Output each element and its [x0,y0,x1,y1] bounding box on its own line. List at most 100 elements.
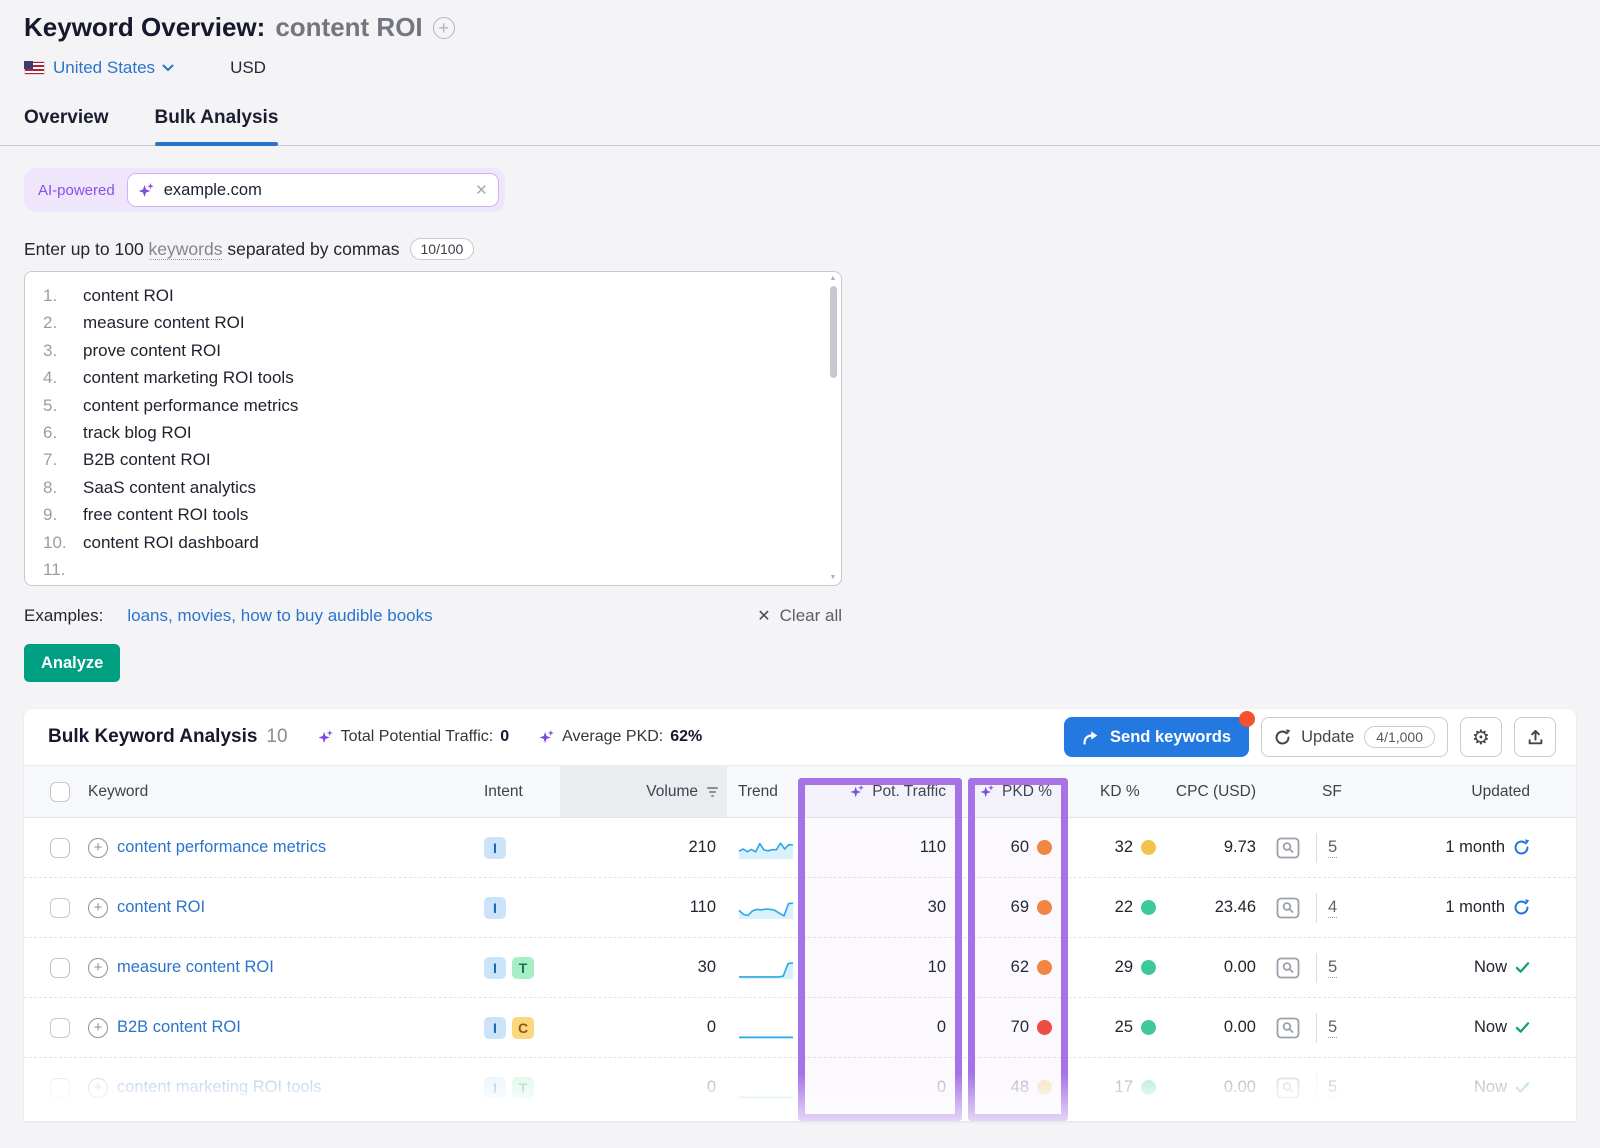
bulk-table: Keyword Intent Volume Trend Pot. Traffic… [24,766,1576,1121]
keyword-link[interactable]: B2B content ROI [117,1018,241,1037]
examples-link[interactable]: loans, movies, how to buy audible books [127,606,432,626]
sparkle-icon [850,784,865,799]
sf-value[interactable]: 5 [1328,958,1337,978]
expand-keyword-icon[interactable]: + [88,1018,108,1038]
keyword-list-item: 9.free content ROI tools [43,501,817,528]
send-keywords-button[interactable]: Send keywords [1064,717,1249,757]
scrollbar-thumb[interactable] [830,286,837,378]
column-keyword[interactable]: Keyword [88,766,148,817]
total-potential-traffic: Total Potential Traffic:0 [318,728,510,746]
row-checkbox[interactable] [50,838,70,858]
refresh-icon[interactable] [1513,839,1530,856]
row-checkbox[interactable] [50,898,70,918]
cpc-cell: 9.73 [1154,818,1256,877]
volume-cell: 30 [560,938,716,997]
clear-domain-icon[interactable]: ✕ [475,181,488,199]
tab-overview[interactable]: Overview [24,107,109,145]
column-kd[interactable]: KD % [1100,766,1140,817]
column-cpc[interactable]: CPC (USD) [1154,766,1256,817]
cpc-cell: 0.00 [1154,998,1256,1057]
gear-icon: ⚙ [1472,727,1490,747]
keyword-list-item: 10.content ROI dashboard [43,529,817,556]
location-selector[interactable]: United States [53,58,174,78]
header-actions: Send keywords Update 4/1,000 ⚙ [1064,717,1556,757]
keyword-link[interactable]: content performance metrics [117,838,326,857]
trend-sparkline [738,818,796,877]
refresh-icon[interactable] [1513,899,1530,916]
sf-value[interactable]: 5 [1328,1018,1337,1038]
page-title-keyword: content ROI [275,12,422,43]
select-all-checkbox[interactable] [50,782,70,802]
keyword-link[interactable]: content marketing ROI tools [117,1078,322,1097]
clear-all-button[interactable]: ✕ Clear all [757,606,842,626]
scroll-down-icon[interactable]: ▼ [830,573,837,583]
add-keyword-icon[interactable]: + [433,17,455,39]
chevron-down-icon [162,64,174,72]
analyze-button[interactable]: Analyze [24,644,120,682]
volume-cell: 0 [560,998,716,1057]
kd-cell: 17 [1084,1058,1156,1117]
domain-input[interactable]: example.com ✕ [127,173,499,207]
sf-value[interactable]: 5 [1328,1078,1337,1098]
keyword-list-item: 5.content performance metrics [43,392,817,419]
row-checkbox[interactable] [50,1078,70,1098]
tab-bulk-analysis[interactable]: Bulk Analysis [155,107,279,145]
column-intent[interactable]: Intent [484,766,523,817]
us-flag-icon [24,61,45,75]
ai-powered-badge: AI-powered [38,182,115,199]
divider [1316,893,1317,923]
kd-cell: 22 [1084,878,1156,937]
update-button[interactable]: Update 4/1,000 [1261,717,1448,757]
expand-keyword-icon[interactable]: + [88,898,108,918]
page: Keyword Overview: content ROI + United S… [0,12,1600,1121]
column-sf[interactable]: SF [1322,766,1342,817]
row-checkbox[interactable] [50,958,70,978]
settings-button[interactable]: ⚙ [1460,717,1502,757]
table-row: +content ROII11030692223.4641 month [24,878,1576,938]
pot-traffic-cell: 10 [806,938,946,997]
keyword-list-item: 3.prove content ROI [43,337,817,364]
column-pot-traffic[interactable]: Pot. Traffic [806,766,946,817]
sf-value[interactable]: 4 [1328,898,1337,918]
keywords-textarea[interactable]: 1.content ROI2.measure content ROI3.prov… [24,271,842,586]
keyword-link[interactable]: content ROI [117,898,205,917]
sf-value[interactable]: 5 [1328,838,1337,858]
updated-cell: Now [1354,998,1530,1057]
scroll-up-icon[interactable]: ▲ [830,274,837,284]
keyword-list: 1.content ROI2.measure content ROI3.prov… [43,282,817,583]
scrollbar[interactable]: ▲ ▼ [827,274,839,583]
keyword-counter: 10/100 [410,238,475,260]
keyword-link[interactable]: measure content ROI [117,958,274,977]
trend-sparkline [738,998,796,1057]
intent-badges: I [484,818,506,877]
column-pkd[interactable]: PKD % [968,766,1052,817]
keyword-list-item: 11. [43,556,817,583]
intent-badges: IT [484,938,534,997]
row-checkbox[interactable] [50,1018,70,1038]
updated-cell: 1 month [1354,818,1530,877]
pkd-cell: 69 [974,878,1052,937]
expand-keyword-icon[interactable]: + [88,1078,108,1098]
sparkle-icon [318,729,334,745]
pot-traffic-cell: 0 [806,1058,946,1117]
serp-features-icon[interactable] [1276,878,1306,937]
export-button[interactable] [1514,717,1556,757]
serp-features-icon[interactable] [1276,818,1306,877]
average-pkd: Average PKD:62% [539,728,702,746]
tab-bar: Overview Bulk Analysis [0,107,1600,146]
serp-features-icon[interactable] [1276,1058,1306,1117]
serp-features-icon[interactable] [1276,998,1306,1057]
keywords-term[interactable]: keywords [149,239,223,260]
volume-cell: 110 [560,878,716,937]
column-trend[interactable]: Trend [738,766,778,817]
bulk-title: Bulk Keyword Analysis [48,726,257,748]
intent-badge-t: T [512,957,534,979]
sparkle-icon [138,182,155,199]
column-volume[interactable]: Volume [560,766,727,817]
expand-keyword-icon[interactable]: + [88,958,108,978]
serp-features-icon[interactable] [1276,938,1306,997]
domain-input-value: example.com [164,181,466,200]
column-updated[interactable]: Updated [1354,766,1530,817]
cpc-cell: 0.00 [1154,938,1256,997]
expand-keyword-icon[interactable]: + [88,838,108,858]
